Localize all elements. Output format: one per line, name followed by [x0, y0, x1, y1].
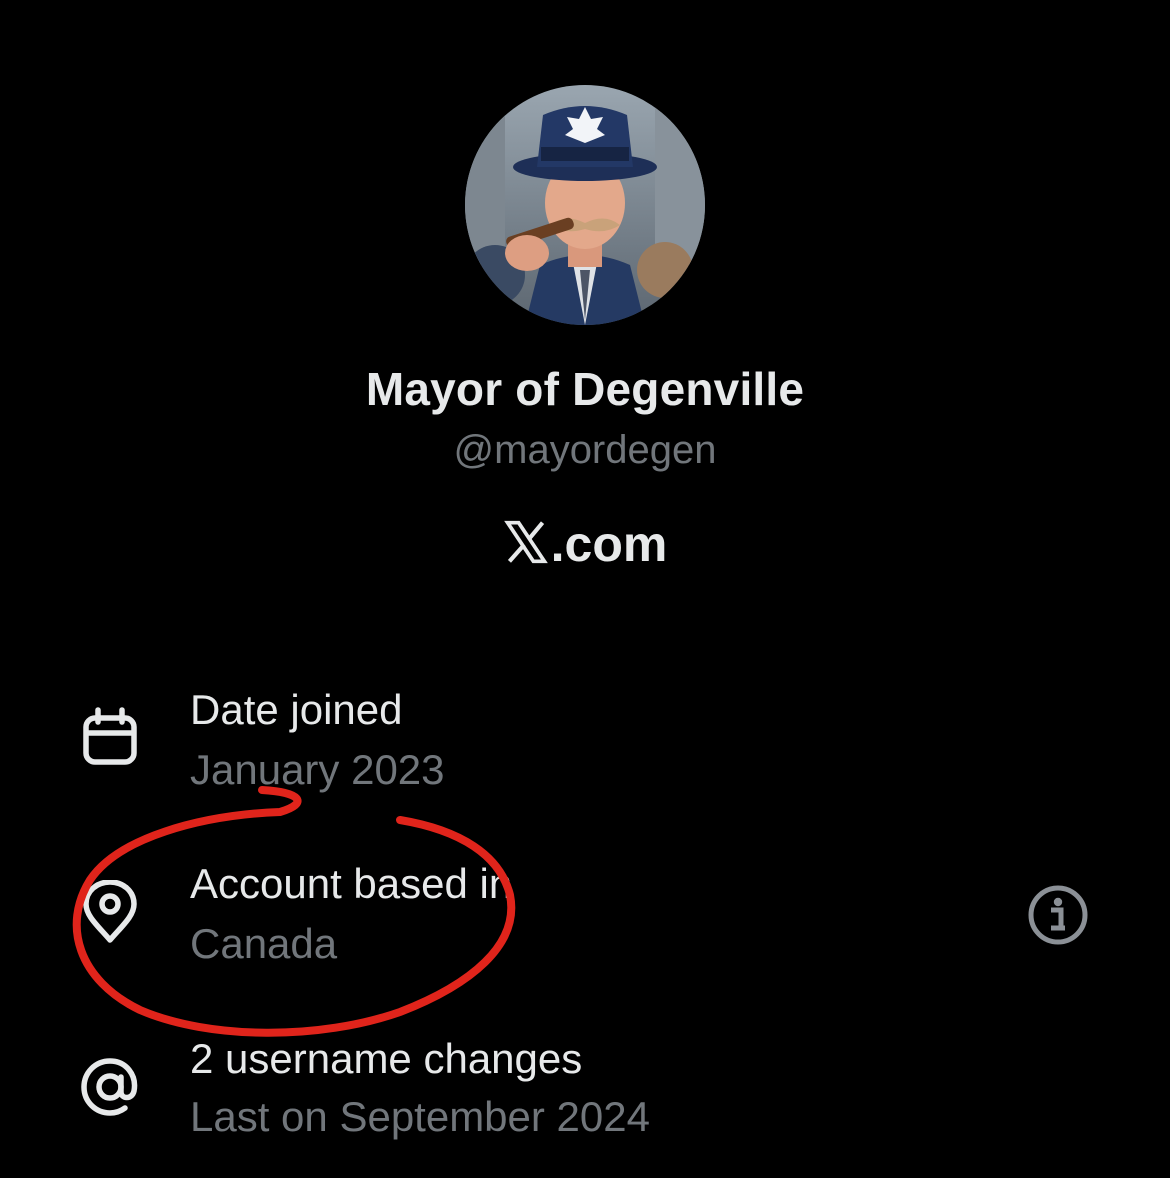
- info-icon[interactable]: [1027, 884, 1089, 946]
- detail-title: Account based in: [190, 860, 513, 907]
- username-handle: @mayordegen: [453, 428, 717, 472]
- detail-value: Last on September 2024: [190, 1093, 650, 1140]
- calendar-icon: [83, 707, 137, 765]
- profile-photo: [465, 85, 705, 325]
- detail-title: 2 username changes: [190, 1035, 583, 1082]
- detail-value: Canada: [190, 920, 338, 967]
- profile-avatar[interactable]: [465, 85, 705, 325]
- display-name: Mayor of Degenville: [365, 363, 805, 415]
- site-logo: .com: [0, 515, 1170, 573]
- at-sign-icon: [81, 1058, 138, 1116]
- detail-value: January 2023: [190, 746, 445, 793]
- detail-title: Date joined: [190, 686, 403, 733]
- site-logo-suffix: .com: [550, 516, 668, 572]
- x-logo-icon: [503, 520, 548, 564]
- location-pin-icon: [83, 880, 137, 943]
